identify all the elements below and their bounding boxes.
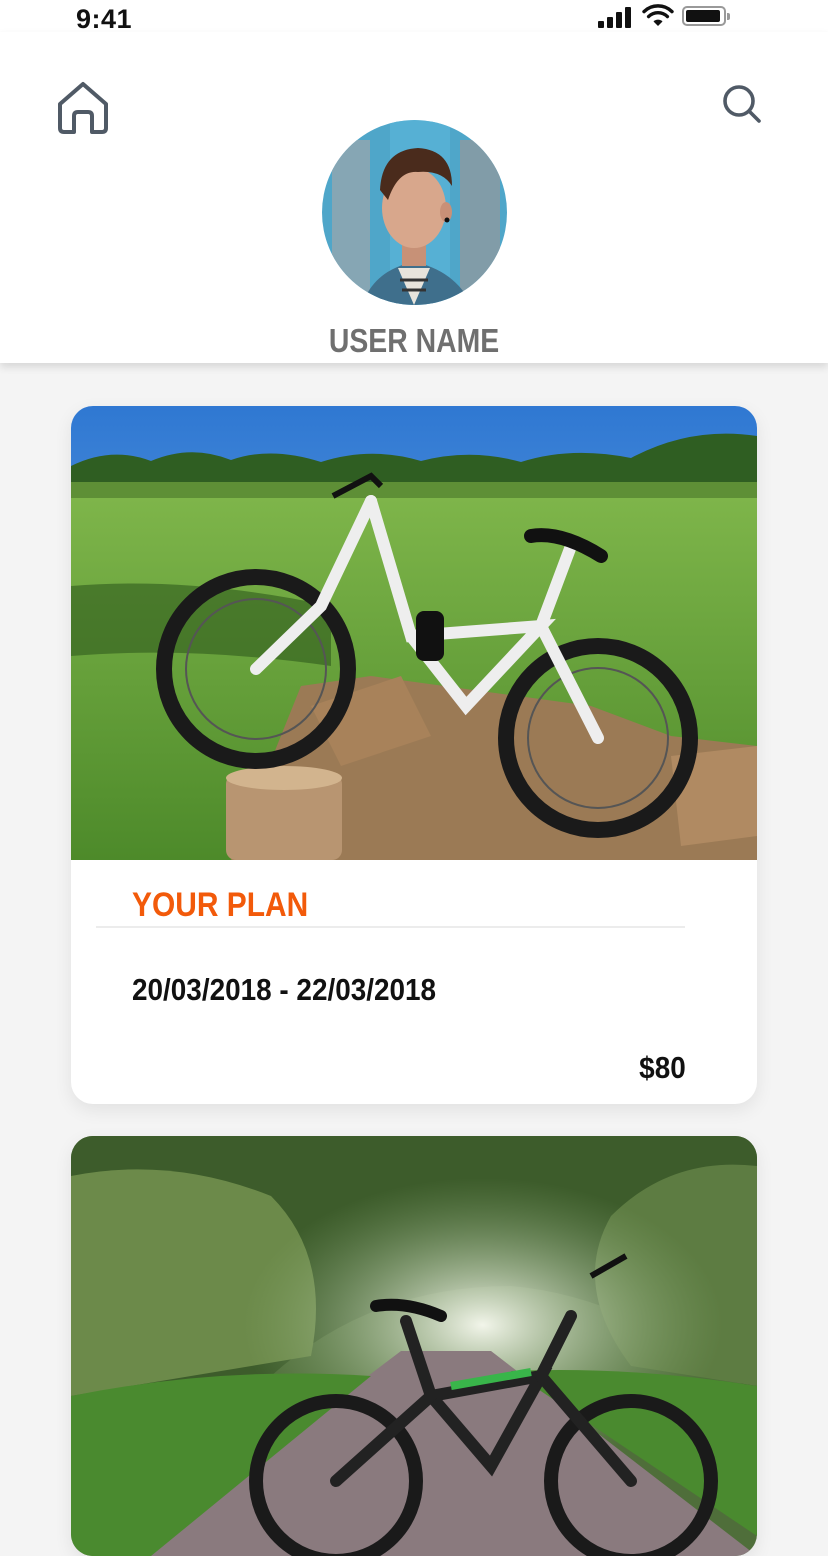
divider [96, 926, 685, 928]
user-name: USER NAME [328, 322, 500, 359]
wifi-icon [642, 4, 674, 26]
battery-icon [682, 6, 730, 26]
search-icon [723, 85, 761, 123]
profile-header: USER NAME [0, 32, 828, 363]
cellular-signal-icon [598, 6, 634, 28]
plan-card[interactable]: YOUR PLAN 20/03/2018 - 22/03/2018 $80 [71, 406, 757, 1104]
status-bar: 9:41 [0, 0, 828, 34]
bike-photo [71, 1136, 757, 1556]
status-time: 9:41 [76, 4, 133, 34]
status-icons [598, 4, 732, 28]
search-button[interactable] [718, 80, 766, 128]
plan-card[interactable] [71, 1136, 757, 1556]
plan-dates: 20/03/2018 - 22/03/2018 [132, 972, 437, 1007]
plan-title: YOUR PLAN [132, 886, 309, 924]
avatar[interactable] [322, 120, 507, 305]
home-button[interactable] [54, 80, 112, 136]
bike-photo [71, 406, 757, 860]
home-icon [58, 82, 108, 134]
plan-price: $80 [639, 1050, 686, 1085]
